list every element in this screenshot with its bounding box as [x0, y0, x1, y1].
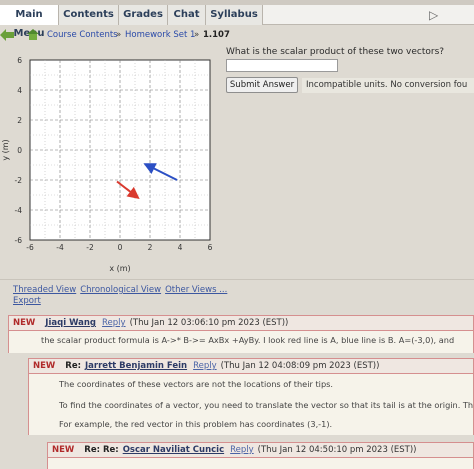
course-contents-icon [27, 29, 39, 40]
discussion-post: NEW Re: Re: Oscar Naviliat Cuncic Reply (Thu… [47, 442, 474, 469]
post-timestamp: (Thu Jan 12 04:50:10 pm 2023 (EST)) [257, 445, 417, 455]
post-body-line: the scalar product formula is A->* B->= … [41, 335, 455, 345]
discussion-post: NEW Jiaqi Wang Reply (Thu Jan 12 03:06:10 p… [8, 315, 474, 353]
post-reply-prefix: Re: Re: [84, 445, 119, 455]
y-tick-labels: 6 4 2 0 -2 -4 -6 [15, 56, 23, 245]
nav-contents[interactable]: Contents [59, 5, 119, 25]
y-tick-label: -2 [15, 176, 23, 185]
nav-chat[interactable]: Chat [168, 5, 206, 25]
post-reply-prefix: Re: [65, 361, 82, 371]
x-tick-label: -2 [86, 243, 94, 252]
mouse-cursor-icon: ▷ [429, 8, 439, 22]
breadcrumb-separator: » [116, 30, 122, 40]
post-header: NEW Jiaqi Wang Reply (Thu Jan 12 03:06:10 p… [9, 315, 473, 331]
y-tick-label: -6 [15, 236, 23, 245]
section-divider [0, 279, 474, 280]
post-body-line: For example, the red vector in this prob… [59, 419, 333, 429]
nav-main-menu[interactable]: Main Menu [0, 5, 59, 39]
post-header: NEW Re: Jarrett Benjamin Fein Reply (Thu Jan… [29, 358, 473, 374]
x-tick-label: 4 [178, 243, 183, 252]
breadcrumb-separator: » [194, 30, 200, 40]
answer-field[interactable] [226, 59, 338, 72]
x-tick-label: 0 [118, 243, 123, 252]
y-tick-label: 4 [17, 86, 22, 95]
nav-syllabus[interactable]: Syllabus [206, 5, 263, 25]
post-header: NEW Re: Re: Oscar Naviliat Cuncic Reply (Thu… [48, 442, 473, 458]
discussion-post: NEW Re: Jarrett Benjamin Fein Reply (Thu Jan… [28, 358, 474, 435]
answer-feedback: Incompatible units. No conversion fou [302, 78, 474, 93]
breadcrumb-course-contents[interactable]: Course Contents [47, 30, 118, 40]
export-link[interactable]: Export [13, 296, 41, 306]
nav-grades[interactable]: Grades [119, 5, 168, 25]
new-badge: NEW [33, 361, 56, 371]
post-body-line: The coordinates of these vectors are not… [59, 379, 334, 389]
reply-link[interactable]: Reply [193, 361, 217, 371]
post-timestamp: (Thu Jan 12 04:08:09 pm 2023 (EST)) [220, 361, 380, 371]
x-axis-label: x (m) [109, 264, 130, 273]
post-timestamp: (Thu Jan 12 03:06:10 pm 2023 (EST)) [129, 318, 289, 328]
x-tick-label: -6 [26, 243, 34, 252]
vector-graph: -6 -4 -2 0 2 4 6 6 4 2 0 -2 -4 -6 x (m) y (m) [1, 56, 213, 273]
y-tick-label: 6 [17, 56, 22, 65]
x-tick-label: 2 [148, 243, 153, 252]
y-tick-label: -4 [15, 206, 23, 215]
x-tick-label: -4 [56, 243, 64, 252]
y-axis-label: y (m) [1, 139, 10, 160]
x-tick-label: 6 [208, 243, 213, 252]
post-body-line: To find the coordinates of a vector, you… [59, 400, 473, 410]
post-author-link[interactable]: Jarrett Benjamin Fein [85, 361, 187, 371]
breadcrumb: Course Contents » Homework Set 1 » 1.107 [0, 25, 474, 45]
reply-link[interactable]: Reply [230, 445, 254, 455]
submit-answer-button[interactable]: Submit Answer [226, 77, 298, 93]
main-navigation: Main Menu Contents Grades Chat Syllabus … [0, 5, 474, 39]
discussion-view-links: Threaded View Chronological View Other Vie… [13, 285, 231, 307]
new-badge: NEW [13, 318, 36, 328]
breadcrumb-current-problem: 1.107 [203, 30, 230, 40]
question-text: What is the scalar product of these two … [226, 47, 445, 57]
breadcrumb-homework-set[interactable]: Homework Set 1 [125, 30, 195, 40]
new-badge: NEW [52, 445, 75, 455]
threaded-view-link[interactable]: Threaded View [13, 285, 76, 295]
other-views-link[interactable]: Other Views ... [165, 285, 227, 295]
back-arrow-icon[interactable] [0, 29, 14, 41]
post-author-link[interactable]: Jiaqi Wang [45, 318, 96, 328]
x-tick-labels: -6 -4 -2 0 2 4 6 [26, 243, 212, 252]
y-tick-label: 0 [17, 146, 22, 155]
post-author-link[interactable]: Oscar Naviliat Cuncic [123, 445, 224, 455]
reply-link[interactable]: Reply [102, 318, 126, 328]
chronological-view-link[interactable]: Chronological View [80, 285, 161, 295]
y-tick-label: 2 [17, 116, 22, 125]
